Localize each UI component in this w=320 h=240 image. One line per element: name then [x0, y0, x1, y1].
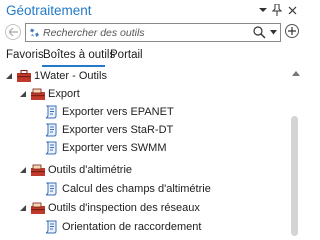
tree-node-label: Export: [48, 88, 80, 100]
tree-node-tool[interactable]: Exporter vers StaR-DT: [0, 122, 290, 140]
back-button[interactable]: [5, 24, 21, 40]
arrow-left-icon: [8, 28, 18, 36]
caret-expanded-icon[interactable]: [19, 90, 27, 98]
toolset-icon: [31, 164, 45, 176]
tree-node-tool[interactable]: Exporter vers EPANET: [0, 104, 290, 122]
pane-title: Géotraitement: [6, 3, 92, 18]
toolset-icon: [31, 202, 45, 214]
tree-node-tool[interactable]: Orientation de raccordement: [0, 219, 290, 237]
tree-node-label: Exporter vers StaR-DT: [62, 124, 174, 136]
plus-icon: [288, 27, 296, 35]
scrollbar-thumb[interactable]: [291, 116, 298, 236]
close-icon[interactable]: [285, 3, 299, 17]
active-tab-indicator: [42, 65, 105, 67]
tree-node-label: Orientation de raccordement: [62, 221, 202, 233]
script-tool-icon: [45, 123, 57, 137]
tree-node-toolset-inspection[interactable]: Outils d'inspection des réseaux: [0, 200, 290, 218]
toolbox-icon: [17, 70, 31, 82]
search-input[interactable]: [43, 25, 243, 40]
script-tool-icon: [45, 105, 57, 119]
caret-expanded-icon[interactable]: [19, 166, 27, 174]
tree-node-toolset-export[interactable]: Export: [0, 86, 290, 104]
tree-node-label: Outils d'inspection des réseaux: [48, 202, 200, 214]
tree-node-label: Exporter vers EPANET: [62, 106, 174, 118]
search-box[interactable]: [25, 23, 281, 42]
tree-node-label: Outils d'altimétrie: [48, 164, 133, 176]
options-dropdown-icon[interactable]: [256, 3, 270, 17]
toolbox-tree: 1Water - Outils Export Exporter vers EPA…: [0, 68, 290, 238]
tree-node-tool[interactable]: Calcul des champs d'altimétrie: [0, 181, 290, 199]
chevron-down-icon[interactable]: [270, 30, 277, 35]
script-tool-icon: [45, 182, 57, 196]
tab-boites-a-outils[interactable]: Boîtes à outils: [43, 49, 115, 61]
tree-node-root[interactable]: 1Water - Outils: [0, 68, 290, 86]
pin-icon[interactable]: [270, 3, 284, 17]
tree-node-label: 1Water - Outils: [34, 70, 107, 82]
vertical-scrollbar[interactable]: [290, 68, 302, 238]
tree-node-label: Exporter vers SWMM: [62, 142, 167, 154]
tree-node-tool[interactable]: Exporter vers SWMM: [0, 140, 290, 158]
add-button[interactable]: [285, 24, 299, 38]
search-icon[interactable]: [253, 26, 266, 39]
toolset-icon: [31, 88, 45, 100]
pane-titlebar: Géotraitement: [0, 0, 302, 22]
search-scope-icon[interactable]: [29, 27, 40, 38]
caret-expanded-icon[interactable]: [19, 204, 27, 212]
search-row: [0, 23, 302, 43]
script-tool-icon: [45, 220, 57, 234]
scroll-up-icon[interactable]: [292, 70, 300, 76]
tab-strip: Favoris Boîtes à outils Portail: [0, 49, 302, 67]
tab-favoris[interactable]: Favoris: [6, 49, 44, 61]
tab-portail[interactable]: Portail: [110, 49, 143, 61]
tree-node-label: Calcul des champs d'altimétrie: [62, 183, 211, 195]
script-tool-icon: [45, 141, 57, 155]
caret-expanded-icon[interactable]: [5, 72, 13, 80]
tree-node-toolset-altimetrie[interactable]: Outils d'altimétrie: [0, 162, 290, 180]
